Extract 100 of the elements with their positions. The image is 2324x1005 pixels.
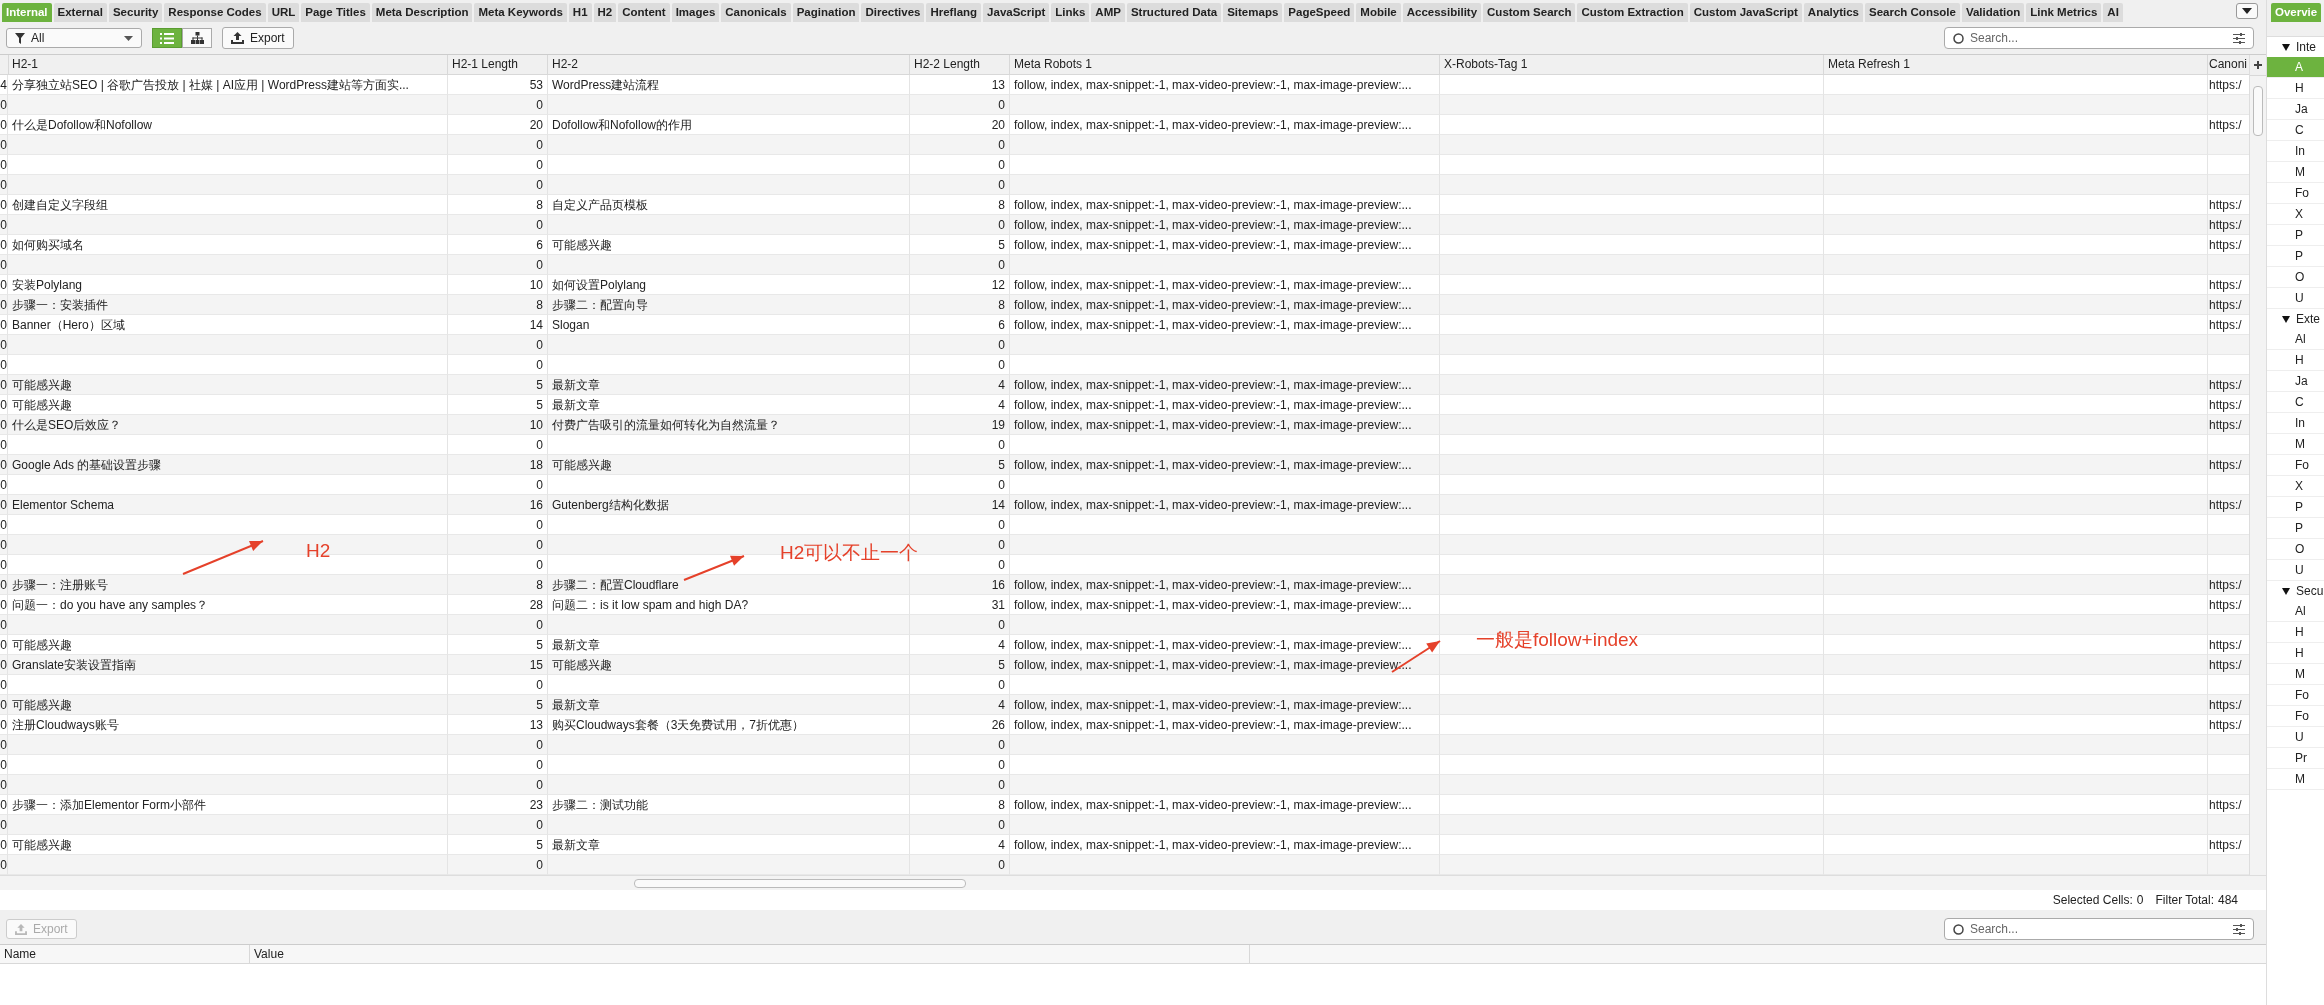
tree-item[interactable]: M	[2267, 162, 2324, 183]
tab[interactable]: PageSpeed	[1284, 3, 1355, 22]
tab[interactable]: Meta Keywords	[474, 3, 567, 22]
tab[interactable]: Content	[618, 3, 670, 22]
tab[interactable]: JavaScript	[983, 3, 1050, 22]
tab[interactable]: External	[53, 3, 107, 22]
tab[interactable]: H1	[568, 3, 592, 22]
tree-item[interactable]: Ja	[2267, 99, 2324, 120]
tree-item[interactable]: P	[2267, 518, 2324, 539]
tree-view-button[interactable]	[182, 28, 212, 48]
upload-icon	[15, 923, 27, 935]
search-input[interactable]: Search...	[1968, 921, 2229, 937]
tree-item[interactable]: P	[2267, 225, 2324, 246]
tree-item[interactable]: U	[2267, 727, 2324, 748]
column-header[interactable]: Value	[250, 945, 1250, 963]
tree-item[interactable]: Pr	[2267, 748, 2324, 769]
tree-item[interactable]: H	[2267, 622, 2324, 643]
tree-item[interactable]: In	[2267, 141, 2324, 162]
tree-item[interactable]: Fo	[2267, 706, 2324, 727]
horizontal-scrollbar[interactable]	[0, 875, 2266, 890]
sliders-icon	[2233, 32, 2245, 44]
export-button[interactable]: Export	[222, 27, 294, 49]
search-field[interactable]: Search...	[1944, 27, 2254, 49]
column-header[interactable]: Meta Robots 1	[1010, 55, 1440, 74]
search-input[interactable]: Search...	[1968, 30, 2229, 46]
status-value: 484	[2217, 893, 2238, 907]
tab[interactable]: AI	[2103, 3, 2123, 22]
tab[interactable]: Analytics	[1803, 3, 1863, 22]
tab[interactable]: Accessibility	[1402, 3, 1482, 22]
tab[interactable]: Validation	[1961, 3, 2025, 22]
search-icon	[1953, 32, 1964, 44]
tree-section[interactable]: Inte	[2267, 37, 2324, 57]
tree-item[interactable]: In	[2267, 413, 2324, 434]
tree-item[interactable]: P	[2267, 497, 2324, 518]
tree-item[interactable]: X	[2267, 476, 2324, 497]
tab[interactable]: AMP	[1091, 3, 1125, 22]
tab[interactable]: URL	[267, 3, 300, 22]
tab[interactable]: Pagination	[792, 3, 860, 22]
tree-item[interactable]: Fo	[2267, 455, 2324, 476]
filter-dropdown[interactable]: All	[6, 28, 142, 48]
column-header[interactable]: H2-2 Length	[910, 55, 1010, 74]
tab[interactable]: Images	[671, 3, 720, 22]
column-header[interactable]: X-Robots-Tag 1	[1440, 55, 1824, 74]
tree-item[interactable]: U	[2267, 288, 2324, 309]
tab[interactable]: Custom Search	[1483, 3, 1576, 22]
tab[interactable]: Response Codes	[164, 3, 266, 22]
column-header[interactable]: H2-2	[548, 55, 910, 74]
status-value: 0	[2136, 893, 2144, 907]
list-icon	[160, 32, 174, 44]
column-header[interactable]: Name	[0, 945, 250, 963]
tree-item[interactable]: Ja	[2267, 371, 2324, 392]
tree-section[interactable]: Secu	[2267, 581, 2324, 601]
tree-section[interactable]: Exte	[2267, 309, 2324, 329]
scrollbar-thumb[interactable]	[2253, 86, 2263, 136]
status-label: Selected Cells:	[2052, 893, 2133, 907]
caret-icon	[124, 35, 133, 41]
tab[interactable]: Sitemaps	[1223, 3, 1283, 22]
tab[interactable]: Custom Extraction	[1577, 3, 1688, 22]
tree-item[interactable]: C	[2267, 120, 2324, 141]
tree-item[interactable]: Al	[2267, 601, 2324, 622]
scrollbar-thumb[interactable]	[634, 879, 966, 888]
tree-item[interactable]: O	[2267, 539, 2324, 560]
column-header[interactable]: H2-1	[8, 55, 448, 74]
hierarchy-icon	[190, 32, 204, 44]
tab[interactable]: Mobile	[1356, 3, 1401, 22]
tab[interactable]: Meta Description	[371, 3, 473, 22]
upload-icon	[231, 32, 244, 44]
tab[interactable]: H2	[593, 3, 617, 22]
tree-item[interactable]: X	[2267, 204, 2324, 225]
funnel-icon	[15, 32, 25, 44]
tree-item[interactable]: C	[2267, 392, 2324, 413]
tab[interactable]: Canonicals	[721, 3, 791, 22]
tab[interactable]: Hreflang	[926, 3, 982, 22]
annotation-arrow	[683, 555, 745, 581]
tree-item[interactable]: H	[2267, 643, 2324, 664]
sliders-icon	[2233, 923, 2245, 935]
search-field[interactable]: Search...	[1944, 918, 2254, 940]
tree-item[interactable]: H	[2267, 350, 2324, 371]
tree-item[interactable]: Al	[2267, 329, 2324, 350]
tab[interactable]: Page Titles	[301, 3, 370, 22]
tree-item[interactable]: Fo	[2267, 183, 2324, 204]
tab[interactable]: Links	[1051, 3, 1090, 22]
tab[interactable]: Structured Data	[1126, 3, 1222, 22]
tab[interactable]: Search Console	[1865, 3, 1960, 22]
column-header[interactable]: H2-1 Length	[448, 55, 548, 74]
column-header[interactable]: Meta Refresh 1	[1824, 55, 2208, 74]
tree-item[interactable]: M	[2267, 434, 2324, 455]
tab[interactable]: Link Metrics	[2026, 3, 2102, 22]
tree-item[interactable]: O	[2267, 267, 2324, 288]
tab[interactable]: Directives	[861, 3, 925, 22]
tree-item[interactable]: U	[2267, 560, 2324, 581]
tab[interactable]: Security	[108, 3, 163, 22]
tree-item[interactable]: M	[2267, 769, 2324, 790]
tree-item[interactable]: H	[2267, 78, 2324, 99]
tab[interactable]: Custom JavaScript	[1689, 3, 1802, 22]
tree-item[interactable]: Fo	[2267, 685, 2324, 706]
tab-list-button[interactable]	[2236, 3, 2258, 19]
vertical-scrollbar[interactable]	[2249, 55, 2266, 875]
tree-item[interactable]: M	[2267, 664, 2324, 685]
tree-item[interactable]: P	[2267, 246, 2324, 267]
